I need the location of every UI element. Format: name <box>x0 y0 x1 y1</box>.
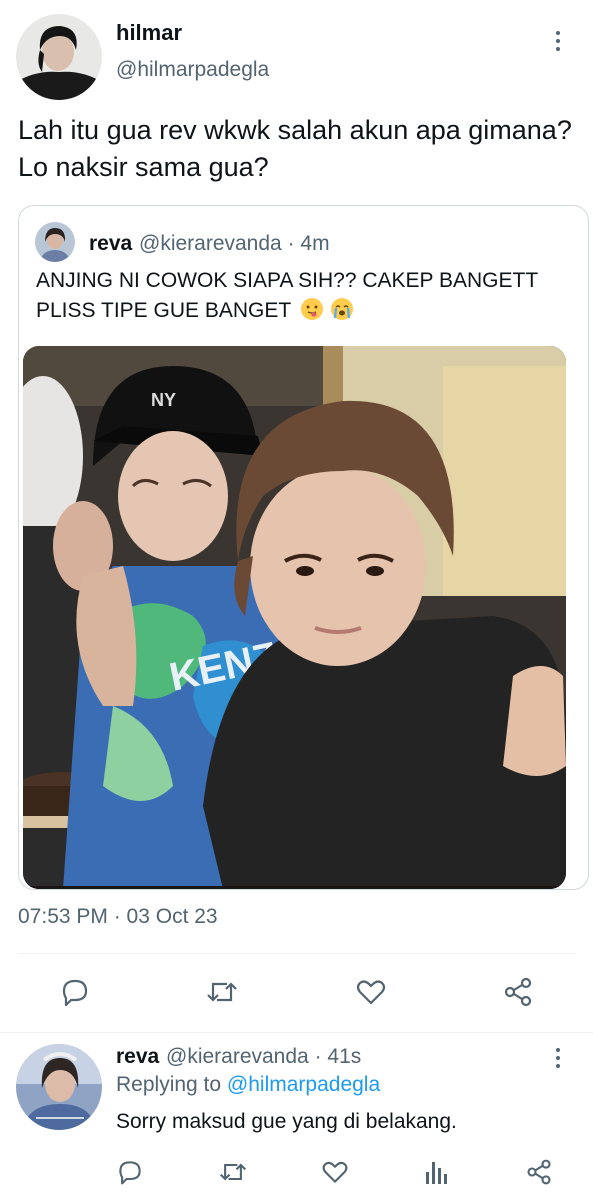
reply-author-avatar[interactable] <box>16 1044 102 1130</box>
author-name[interactable]: hilmar <box>116 20 182 46</box>
meta-separator: · <box>308 1045 328 1068</box>
face-with-tongue-emoji <box>300 298 323 320</box>
reply-author-handle[interactable]: @kierarevanda <box>166 1045 309 1068</box>
replying-to-label: Replying to <box>116 1073 222 1096</box>
more-options-icon[interactable] <box>546 26 570 56</box>
quoted-tweet-card[interactable]: reva @kierarevanda · 4m ANJING NI COWOK … <box>18 205 589 890</box>
quoted-author-handle: @kierarevanda <box>139 232 282 255</box>
share-icon[interactable] <box>519 1152 559 1192</box>
reply-icon[interactable] <box>55 972 95 1012</box>
reply-time[interactable]: 41s <box>327 1045 361 1068</box>
quoted-text-content: ANJING NI COWOK SIAPA SIH?? CAKEP BANGET… <box>36 269 538 322</box>
loudly-crying-face-emoji <box>330 298 353 320</box>
retweet-icon[interactable] <box>213 1152 253 1192</box>
share-icon[interactable] <box>498 972 538 1012</box>
like-icon[interactable] <box>351 972 391 1012</box>
quoted-author-name: reva <box>89 232 133 255</box>
author-handle[interactable]: @hilmarpadegla <box>116 58 269 82</box>
quoted-tweet-photo[interactable]: NY KENZO <box>23 346 566 889</box>
author-avatar[interactable] <box>16 14 102 100</box>
tweet-text: Lah itu gua rev wkwk salah akun apa gima… <box>18 115 572 182</box>
reply-author-meta: @kierarevanda · 41s <box>166 1045 361 1069</box>
reply-text: Sorry maksud gue yang di belakang. <box>116 1110 457 1133</box>
quoted-tweet-text: ANJING NI COWOK SIAPA SIH?? CAKEP BANGET… <box>36 266 576 326</box>
retweet-icon[interactable] <box>202 972 242 1012</box>
quoted-author-meta: @kierarevanda · 4m <box>139 232 330 256</box>
divider <box>18 953 575 954</box>
tweet-timestamp[interactable]: 07:53 PM · 03 Oct 23 <box>18 905 218 929</box>
like-icon[interactable] <box>315 1152 355 1192</box>
meta-separator: · <box>281 232 301 255</box>
quoted-tweet-time: 4m <box>300 232 330 255</box>
reply-author-name[interactable]: reva <box>116 1045 159 1069</box>
reply-icon[interactable] <box>110 1152 150 1192</box>
svg-text:NY: NY <box>151 390 176 410</box>
views-icon[interactable] <box>417 1152 457 1192</box>
replying-to-handle-link[interactable]: @hilmarpadegla <box>227 1073 380 1096</box>
divider <box>0 1032 593 1033</box>
more-options-icon[interactable] <box>546 1043 570 1073</box>
quoted-author-avatar <box>35 222 75 262</box>
replying-to-line: Replying to @hilmarpadegla <box>116 1073 380 1097</box>
